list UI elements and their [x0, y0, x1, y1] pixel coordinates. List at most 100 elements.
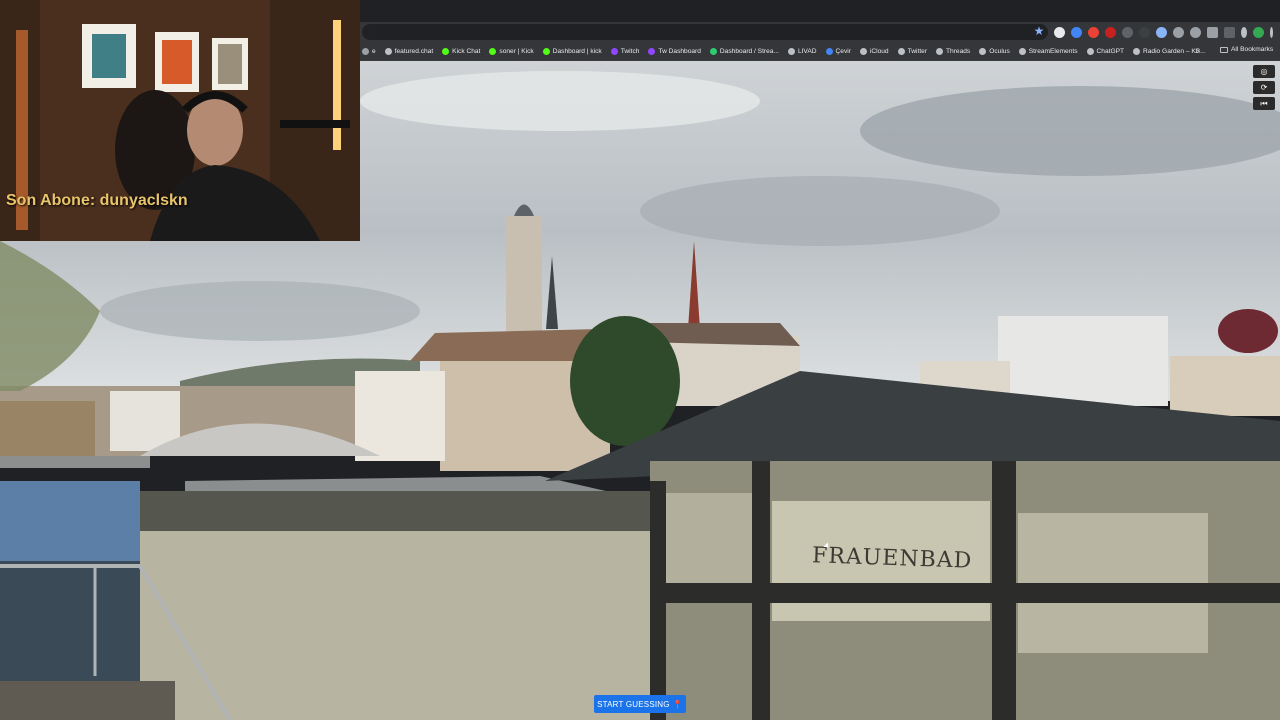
bookmark-item[interactable]: Threads — [936, 48, 970, 55]
bookmark-item[interactable]: ChatGPT — [1086, 48, 1124, 55]
bookmark-label: Oculus — [989, 48, 1010, 55]
bookmark-label: Threads — [946, 48, 971, 55]
bookmark-item[interactable]: LIVAD — [787, 48, 817, 55]
bookmark-favicon-icon — [979, 48, 987, 55]
bookmark-label: soner | Kick — [499, 48, 534, 55]
compass-icon[interactable]: ◎ — [1253, 65, 1275, 78]
church-tower — [506, 216, 542, 331]
bookmark-favicon-icon — [384, 48, 392, 55]
bookmark-list: e featured.chat Kick Chat soner | Kick Dashb… — [362, 42, 1206, 61]
panorama-controls: ◎ ⟳ ⏮ — [1253, 65, 1275, 110]
bookmark-favicon-icon — [1018, 48, 1026, 55]
bookmark-item[interactable]: StreamElements — [1018, 48, 1078, 55]
bookmark-favicon-icon — [362, 48, 369, 55]
bookmark-item[interactable]: Kick Chat — [442, 48, 480, 55]
bookmark-item[interactable]: Oculus — [979, 48, 1010, 55]
bookmark-label: e — [372, 48, 376, 55]
extension-icon[interactable] — [1190, 26, 1201, 38]
menu-icon[interactable] — [1241, 26, 1247, 38]
cloud — [360, 71, 760, 131]
extension-icon[interactable] — [1071, 26, 1082, 38]
refresh-icon[interactable]: ⟳ — [1253, 81, 1275, 94]
scaffolded-building — [998, 316, 1168, 406]
extension-icon[interactable] — [1122, 26, 1133, 38]
bookmark-label: ChatGPT — [1096, 48, 1124, 55]
bookmark-label: Çevir — [835, 48, 851, 55]
last-subscriber-caption: Son Abone: dunyaclskn — [6, 192, 188, 209]
boats-area — [0, 481, 140, 571]
bookmark-favicon-icon — [1086, 48, 1094, 55]
bookmark-favicon-icon — [489, 48, 497, 55]
all-bookmarks-label: All Bookmarks — [1231, 46, 1274, 53]
bookmark-item[interactable]: Dashboard / Strea... — [709, 48, 779, 55]
kebab-menu-icon[interactable] — [1270, 26, 1273, 38]
bookmark-item[interactable]: featured.chat — [384, 48, 434, 55]
building — [1170, 356, 1280, 416]
return-to-start-icon[interactable]: ⏮ — [1253, 97, 1275, 110]
bookmark-label: Kick Chat — [452, 48, 481, 55]
bookmark-favicon-icon — [610, 48, 618, 55]
bookmark-favicon-icon — [442, 48, 450, 55]
bookmark-item[interactable]: iCloud — [859, 48, 889, 55]
light-bar — [333, 20, 341, 150]
cloud — [640, 176, 1000, 246]
frauenbad-post — [992, 461, 1016, 720]
bookmark-favicon-icon — [542, 48, 550, 55]
bookmark-label: featured.chat — [394, 48, 434, 55]
extensions-bar — [1054, 25, 1273, 39]
address-bar[interactable] — [362, 24, 1048, 40]
puzzle-icon[interactable] — [1207, 26, 1218, 38]
frauenbad-beam — [650, 583, 1280, 603]
star-icon[interactable]: ★ — [1032, 24, 1046, 38]
tree — [1218, 309, 1278, 353]
profile-avatar[interactable] — [1253, 26, 1264, 38]
bookmark-label: Twitch — [620, 48, 640, 55]
picture-frame — [162, 40, 192, 84]
bookmark-item[interactable]: Twitch — [610, 48, 640, 55]
bookmark-label: Dashboard / Strea... — [719, 48, 779, 55]
map-pin-icon: 📍 — [672, 699, 683, 709]
bookmark-label: LIVAD — [797, 48, 817, 55]
town-buildings — [0, 401, 95, 456]
bookmark-label: iCloud — [869, 48, 889, 55]
bookmark-item[interactable]: soner | Kick — [489, 48, 534, 55]
bookmark-item[interactable]: Tw Dashboard — [648, 48, 701, 55]
bridge — [0, 456, 150, 468]
start-guessing-button[interactable]: START GUESSING 📍 — [594, 695, 686, 713]
bookmark-label: Twitter — [907, 48, 928, 55]
more-bookmarks-icon[interactable]: » — [1195, 46, 1199, 55]
cloud — [100, 281, 420, 341]
extension-icon[interactable] — [1173, 26, 1184, 38]
cloud — [860, 86, 1280, 176]
bookmark-favicon-icon — [825, 48, 833, 55]
bookmark-label: Dashboard | kick — [552, 48, 602, 55]
tree — [570, 316, 680, 446]
extension-icon[interactable] — [1088, 26, 1099, 38]
bookmark-item[interactable]: Çevir — [825, 48, 851, 55]
extension-icon[interactable] — [1139, 26, 1150, 38]
picture-frame — [92, 34, 126, 78]
frauenbad-post — [650, 481, 666, 720]
bookmark-favicon-icon — [897, 48, 905, 55]
extension-icon[interactable] — [1054, 26, 1065, 38]
bookmark-item[interactable]: e — [362, 48, 376, 55]
bookmark-label: StreamElements — [1028, 48, 1078, 55]
bookmark-item[interactable]: Twitter — [897, 48, 928, 55]
walkway — [0, 681, 175, 720]
bookmark-favicon-icon — [648, 48, 656, 55]
folder-icon — [1220, 46, 1228, 53]
all-bookmarks-button[interactable]: All Bookmarks — [1220, 46, 1273, 53]
bookmark-label: Tw Dashboard — [658, 48, 701, 55]
bookmark-favicon-icon — [709, 48, 717, 55]
frauenbad-panel — [665, 493, 755, 583]
bookmark-favicon-icon — [936, 48, 944, 55]
frauenbad-post — [752, 461, 770, 720]
bookmark-item[interactable]: Dashboard | kick — [542, 48, 602, 55]
sidebar-icon[interactable] — [1224, 26, 1235, 38]
extension-icon[interactable] — [1105, 26, 1116, 38]
bath-wall-shadow — [140, 491, 660, 531]
bookmark-favicon-icon — [1133, 48, 1140, 55]
start-guessing-label: START GUESSING — [597, 699, 670, 709]
extension-icon[interactable] — [1156, 26, 1167, 38]
webcam-overlay: Son Abone: dunyaclskn — [0, 0, 360, 241]
